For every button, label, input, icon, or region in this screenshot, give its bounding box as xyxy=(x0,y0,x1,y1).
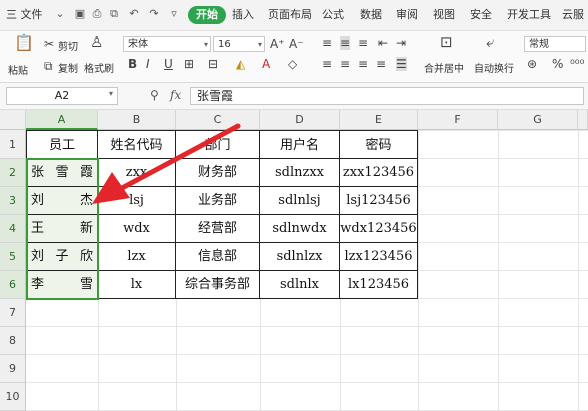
chevron-down-icon[interactable]: ▾ xyxy=(109,89,113,98)
font-size-select[interactable]: 16 ▾ xyxy=(213,36,265,52)
tab-security[interactable]: 安全 xyxy=(470,6,492,24)
wrap-text-button[interactable]: 自动换行 xyxy=(474,60,514,75)
format-painter-button[interactable]: 格式刷 xyxy=(84,60,114,75)
redo-icon[interactable]: ↷ xyxy=(148,8,160,20)
tab-review[interactable]: 审阅 xyxy=(396,6,418,24)
number-format-value: 常规 xyxy=(529,39,549,50)
justify-icon[interactable]: ≡ xyxy=(376,57,386,71)
decrease-font-icon[interactable]: A⁻ xyxy=(289,37,304,51)
wrap-text-icon[interactable]: ⤶ xyxy=(486,35,494,50)
format-painter-icon[interactable]: ♙ xyxy=(90,35,103,50)
tab-cloud[interactable]: 云服 xyxy=(562,6,584,24)
eraser-icon[interactable]: ◇ xyxy=(288,57,297,71)
zoom-icon[interactable]: ⚲ xyxy=(150,88,159,102)
align-left-icon[interactable]: ≡ xyxy=(322,57,332,71)
distributed-icon[interactable]: ☰ xyxy=(396,57,407,71)
paste-icon[interactable]: 📋 xyxy=(14,35,34,51)
tab-page-layout[interactable]: 页面布局 xyxy=(268,6,312,24)
underline-icon[interactable]: U xyxy=(164,57,173,71)
tab-formulas[interactable]: 公式 xyxy=(322,6,344,24)
border-icon[interactable]: ⊞ xyxy=(184,57,194,71)
ribbon-toolbar: 📋 粘贴 ✂ 剪切 ⧉ 复制 ♙ 格式刷 宋体 ▾ 16 ▾ A⁺ A⁻ B I U… xyxy=(0,31,588,83)
cut-button[interactable]: 剪切 xyxy=(58,38,78,53)
more-icon[interactable]: ▿ xyxy=(168,8,180,20)
font-name-select[interactable]: 宋体 ▾ xyxy=(123,36,211,52)
formula-input[interactable]: 张雪霞 xyxy=(190,87,584,105)
save-icon[interactable]: ▣ xyxy=(74,8,86,20)
tab-data[interactable]: 数据 xyxy=(360,6,382,24)
name-box[interactable]: A2 xyxy=(6,87,118,105)
bold-icon[interactable]: B xyxy=(128,57,137,71)
tab-developer[interactable]: 开发工具 xyxy=(507,6,551,24)
menu-bar: 三 文件 ⌄ ▣ ⎙ ⧉ ↶ ↷ ▿ 开始 插入 页面布局 公式 数据 审阅 视… xyxy=(0,0,588,31)
copy-button[interactable]: 复制 xyxy=(58,60,78,75)
formula-bar: A2 ▾ ⚲ fx 张雪霞 xyxy=(0,83,588,110)
tab-view[interactable]: 视图 xyxy=(433,6,455,24)
indent-increase-icon[interactable]: ⇥ xyxy=(396,36,406,50)
font-name-value: 宋体 xyxy=(128,39,148,50)
paste-button[interactable]: 粘贴 xyxy=(8,62,28,77)
tab-home[interactable]: 开始 xyxy=(188,6,226,24)
copy-icon[interactable]: ⧉ xyxy=(44,59,53,73)
chevron-down-icon[interactable]: ⌄ xyxy=(54,8,66,20)
thousands-icon[interactable]: ⁰⁰⁰ xyxy=(570,57,584,71)
align-right-icon[interactable]: ≡ xyxy=(358,57,368,71)
font-color-icon[interactable]: A xyxy=(262,57,270,71)
print-icon[interactable]: ⎙ xyxy=(91,8,103,20)
highlight-icon[interactable]: ◭ xyxy=(236,57,245,71)
align-bottom-icon[interactable]: ≡ xyxy=(358,36,368,50)
scissors-icon[interactable]: ✂ xyxy=(44,37,54,51)
merge-center-icon[interactable]: ⊡ xyxy=(440,35,453,50)
fill-color-icon[interactable]: ⊟ xyxy=(208,57,218,71)
number-format-select[interactable]: 常规 xyxy=(524,36,586,52)
indent-decrease-icon[interactable]: ⇤ xyxy=(378,36,388,50)
tab-insert[interactable]: 插入 xyxy=(232,6,254,24)
align-middle-icon[interactable]: ≡ xyxy=(340,36,351,50)
italic-icon[interactable]: I xyxy=(146,57,150,71)
print-preview-icon[interactable]: ⧉ xyxy=(108,8,120,20)
font-size-value: 16 xyxy=(218,39,231,50)
annotation-arrow xyxy=(92,123,241,204)
align-center-icon[interactable]: ≡ xyxy=(340,57,350,71)
chevron-down-icon: ▾ xyxy=(257,40,262,49)
merge-center-button[interactable]: 合并居中 xyxy=(424,60,464,75)
percent-button[interactable]: % xyxy=(552,57,563,71)
align-top-icon[interactable]: ≡ xyxy=(322,36,332,50)
chevron-down-icon: ▾ xyxy=(203,40,208,49)
currency-icon[interactable]: ⊛ xyxy=(527,57,537,71)
spreadsheet-grid: A B C D E F G 1 2 3 4 5 6 7 8 9 10 员工 姓名… xyxy=(0,110,588,411)
file-menu[interactable]: 三 文件 xyxy=(6,6,43,24)
undo-icon[interactable]: ↶ xyxy=(128,8,140,20)
increase-font-icon[interactable]: A⁺ xyxy=(270,37,285,51)
fx-icon[interactable]: fx xyxy=(170,88,181,102)
